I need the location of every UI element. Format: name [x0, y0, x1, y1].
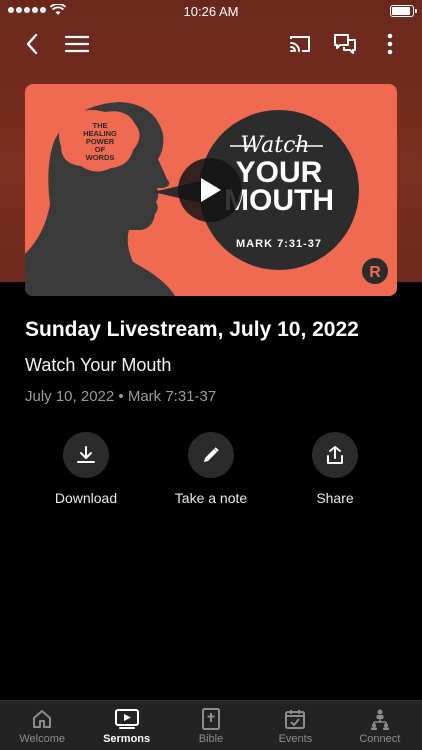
chat-bubbles-icon [334, 34, 356, 54]
download-icon [77, 446, 95, 463]
chevron-left-icon [26, 33, 38, 55]
share-button[interactable]: Share [285, 432, 385, 506]
status-bar: 10:26 AM [0, 0, 422, 24]
home-icon [33, 710, 52, 728]
video-play-icon [114, 709, 139, 729]
share-icon [327, 446, 343, 464]
sermon-title: Sunday Livestream, July 10, 2022 [25, 318, 359, 341]
cast-button[interactable] [286, 30, 314, 58]
pencil-icon [204, 447, 219, 462]
tab-connect[interactable]: Connect [338, 701, 422, 750]
tab-label: Welcome [19, 733, 66, 745]
artwork-script-title: Watch [240, 133, 309, 158]
calendar-icon [285, 710, 306, 729]
tab-label: Bible [198, 733, 224, 745]
tab-events[interactable]: Events [253, 701, 337, 750]
download-circle[interactable] [63, 432, 109, 478]
bible-icon [202, 708, 221, 730]
take-note-label: Take a note [174, 490, 248, 506]
more-vertical-icon [387, 33, 393, 55]
tab-label: Sermons [103, 733, 151, 745]
take-note-button[interactable]: Take a note [161, 432, 261, 506]
bottom-tab-bar: Welcome Sermons Bible Events Connect [0, 700, 422, 750]
artwork-reference: MARK 7:31-37 [236, 238, 322, 250]
tab-welcome[interactable]: Welcome [0, 701, 84, 750]
chat-button[interactable] [331, 30, 359, 58]
people-network-icon [370, 709, 389, 730]
tab-sermons[interactable]: Sermons [84, 701, 168, 750]
battery-icon [390, 5, 417, 17]
status-time: 10:26 AM [183, 4, 239, 19]
play-icon [201, 178, 221, 202]
sermon-subtitle: Watch Your Mouth [25, 355, 172, 375]
download-label: Download [54, 490, 118, 506]
battery-level [392, 7, 411, 15]
tab-label: Events [278, 733, 313, 745]
top-nav [0, 26, 422, 62]
back-button[interactable] [18, 30, 46, 58]
menu-button[interactable] [63, 30, 91, 58]
download-button[interactable]: Download [36, 432, 136, 506]
brain-text-line: WORDS [86, 153, 115, 162]
sermon-meta: July 10, 2022 • Mark 7:31-37 [25, 388, 217, 405]
hamburger-menu-icon [65, 35, 89, 53]
more-button[interactable] [376, 30, 404, 58]
share-label: Share [316, 490, 354, 506]
tab-bible[interactable]: Bible [169, 701, 253, 750]
take-note-circle[interactable] [188, 432, 234, 478]
share-circle[interactable] [312, 432, 358, 478]
church-logo-letter: R [369, 264, 381, 281]
tab-label: Connect [359, 733, 401, 745]
play-button[interactable] [178, 158, 242, 222]
cast-icon [290, 36, 310, 52]
